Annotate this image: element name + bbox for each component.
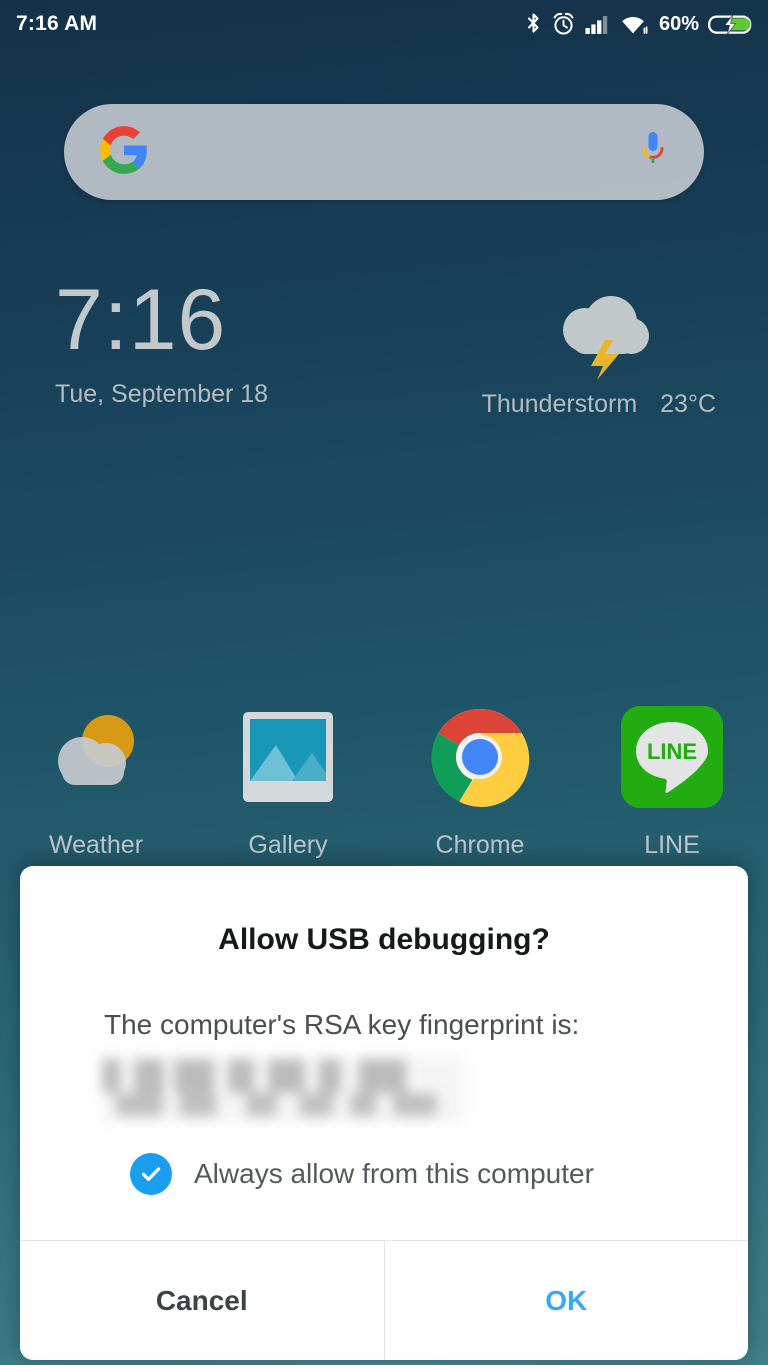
app-label-gallery: Gallery: [248, 831, 328, 859]
weather-temperature: 23°C: [660, 390, 716, 418]
battery-charging-icon: [708, 12, 754, 37]
gallery-app-icon: [236, 705, 340, 809]
thunderstorm-icon: [543, 288, 655, 380]
cancel-button[interactable]: Cancel: [20, 1241, 385, 1360]
clock-widget[interactable]: 7:16 Tue, September 18: [55, 272, 269, 409]
home-screen-app-row: Weather Gallery Chrome LINE LINE: [0, 705, 768, 860]
always-allow-label: Always allow from this computer: [194, 1158, 594, 1189]
line-app-icon: LINE: [620, 705, 724, 809]
weather-app-icon: [44, 705, 148, 809]
weather-condition: Thunderstorm: [481, 390, 638, 418]
google-g-icon: [98, 124, 150, 181]
clock-date: Tue, September 18: [55, 379, 269, 408]
svg-text:LINE: LINE: [647, 739, 697, 764]
app-chrome[interactable]: Chrome: [384, 705, 576, 860]
always-allow-checkbox-row[interactable]: Always allow from this computer: [130, 1153, 722, 1195]
battery-percentage-label: 60%: [658, 12, 699, 35]
dialog-message: The computer's RSA key fingerprint is:: [104, 1009, 580, 1040]
microphone-icon[interactable]: [638, 128, 668, 177]
rsa-fingerprint-redacted: [102, 1055, 464, 1123]
weather-summary: Thunderstorm 23°C: [482, 390, 716, 419]
chrome-app-icon: [428, 705, 532, 809]
search-input[interactable]: [150, 104, 638, 200]
status-bar-icons: 60%: [525, 12, 754, 37]
cellular-signal-icon: [585, 12, 611, 37]
app-line[interactable]: LINE LINE: [576, 705, 768, 860]
usb-debugging-dialog: Allow USB debugging? The computer's RSA …: [20, 866, 748, 1360]
app-label-line: LINE: [644, 831, 700, 859]
alarm-icon: [551, 12, 576, 37]
google-search-widget[interactable]: [64, 104, 704, 200]
app-label-weather: Weather: [48, 831, 144, 859]
dialog-title: Allow USB debugging?: [218, 923, 550, 956]
dialog-button-bar: Cancel OK: [20, 1240, 748, 1360]
status-bar-clock: 7:16 AM: [16, 12, 98, 35]
ok-button[interactable]: OK: [385, 1241, 749, 1360]
app-gallery[interactable]: Gallery: [192, 705, 384, 860]
wifi-icon: [620, 12, 649, 37]
checkmark-icon[interactable]: [130, 1153, 172, 1195]
status-bar: 7:16 AM 60%: [0, 0, 768, 48]
weather-widget[interactable]: Thunderstorm 23°C: [482, 288, 716, 419]
app-label-chrome: Chrome: [435, 831, 525, 859]
clock-time: 7:16: [55, 272, 227, 368]
dialog-body: Allow USB debugging? The computer's RSA …: [20, 866, 748, 1240]
bluetooth-icon: [525, 12, 542, 37]
app-weather[interactable]: Weather: [0, 705, 192, 860]
